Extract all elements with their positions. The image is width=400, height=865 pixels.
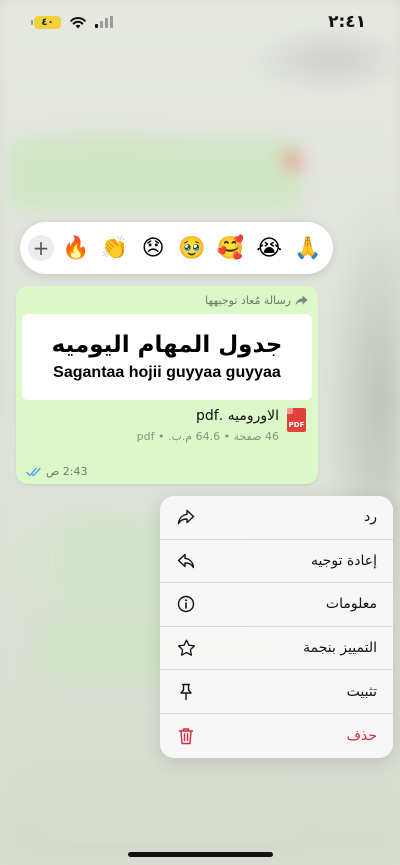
- add-reaction-button[interactable]: +: [28, 235, 54, 261]
- reaction-bar: + 🔥 👏 😞 🥹 🥰 😭 🙏: [20, 222, 333, 274]
- info-icon: [176, 594, 196, 614]
- menu-item-label: حذف: [346, 727, 377, 744]
- reaction-hearts[interactable]: 🥰: [214, 236, 248, 261]
- home-indicator: [128, 852, 273, 857]
- menu-item-forward[interactable]: إعادة توجيه: [160, 540, 393, 584]
- message-time: 2:43 ص: [46, 465, 88, 478]
- reaction-disappointed[interactable]: 😞: [136, 236, 170, 261]
- reaction-pleading[interactable]: 🥹: [175, 236, 209, 261]
- cellular-signal-icon: [95, 16, 113, 28]
- read-ticks-icon: [26, 467, 41, 476]
- status-bar: ٤٠ ٢:٤١: [0, 0, 400, 44]
- forward-icon: [176, 551, 196, 571]
- file-row[interactable]: PDF الاوروميه .pdf 46 صفحة • 64.6 م.ب. •…: [22, 400, 312, 443]
- preview-title-english: Sagantaa hojii guyyaa guyyaa: [53, 364, 281, 381]
- reaction-crying[interactable]: 😭: [252, 236, 286, 261]
- forwarded-label-row: رسالة مُعاد توجيهها: [22, 292, 312, 308]
- forwarded-icon: [295, 295, 308, 305]
- trash-icon: [176, 726, 196, 746]
- blurred-avatar: [282, 150, 304, 172]
- menu-item-label: معلومات: [325, 596, 377, 613]
- file-name: الاوروميه .pdf: [196, 408, 279, 424]
- pin-icon: [176, 682, 196, 702]
- preview-title-arabic: جدول المهام اليوميه: [51, 332, 283, 358]
- message-time-row: 2:43 ص: [26, 465, 88, 478]
- menu-item-label: تثبيت: [346, 683, 377, 700]
- reply-icon: [176, 507, 196, 527]
- blurred-message: [40, 780, 300, 840]
- status-time: ٢:٤١: [328, 12, 366, 32]
- reaction-pray[interactable]: 🙏: [291, 236, 325, 261]
- menu-item-pin[interactable]: تثبيت: [160, 670, 393, 714]
- menu-item-label: التمييز بنجمة: [303, 640, 377, 657]
- menu-item-label: إعادة توجيه: [310, 552, 377, 569]
- menu-item-delete[interactable]: حذف: [160, 714, 393, 758]
- message-bubble[interactable]: رسالة مُعاد توجيهها جدول المهام اليوميه …: [16, 286, 318, 484]
- wifi-icon: [70, 17, 86, 29]
- forwarded-label: رسالة مُعاد توجيهها: [205, 293, 291, 307]
- status-icons: ٤٠: [31, 15, 113, 29]
- file-meta: 46 صفحة • 64.6 م.ب. • pdf: [136, 430, 279, 443]
- pdf-file-icon: PDF: [287, 408, 306, 432]
- document-preview[interactable]: جدول المهام اليوميه Sagantaa hojii guyya…: [22, 314, 312, 400]
- reaction-clap[interactable]: 👏: [97, 236, 131, 261]
- star-icon: [176, 638, 196, 658]
- pdf-badge-text: PDF: [288, 421, 305, 429]
- reaction-fire[interactable]: 🔥: [59, 236, 93, 261]
- menu-item-label: رد: [364, 509, 377, 526]
- battery-icon: ٤٠: [31, 15, 61, 29]
- menu-item-reply[interactable]: رد: [160, 496, 393, 540]
- context-menu: رد إعادة توجيه معلومات التمييز بنجمة تثب…: [160, 496, 393, 758]
- battery-level: ٤٠: [41, 16, 54, 28]
- blurred-message: [10, 140, 300, 210]
- file-info: الاوروميه .pdf 46 صفحة • 64.6 م.ب. • pdf: [137, 408, 279, 443]
- menu-item-star[interactable]: التمييز بنجمة: [160, 627, 393, 671]
- menu-item-info[interactable]: معلومات: [160, 583, 393, 627]
